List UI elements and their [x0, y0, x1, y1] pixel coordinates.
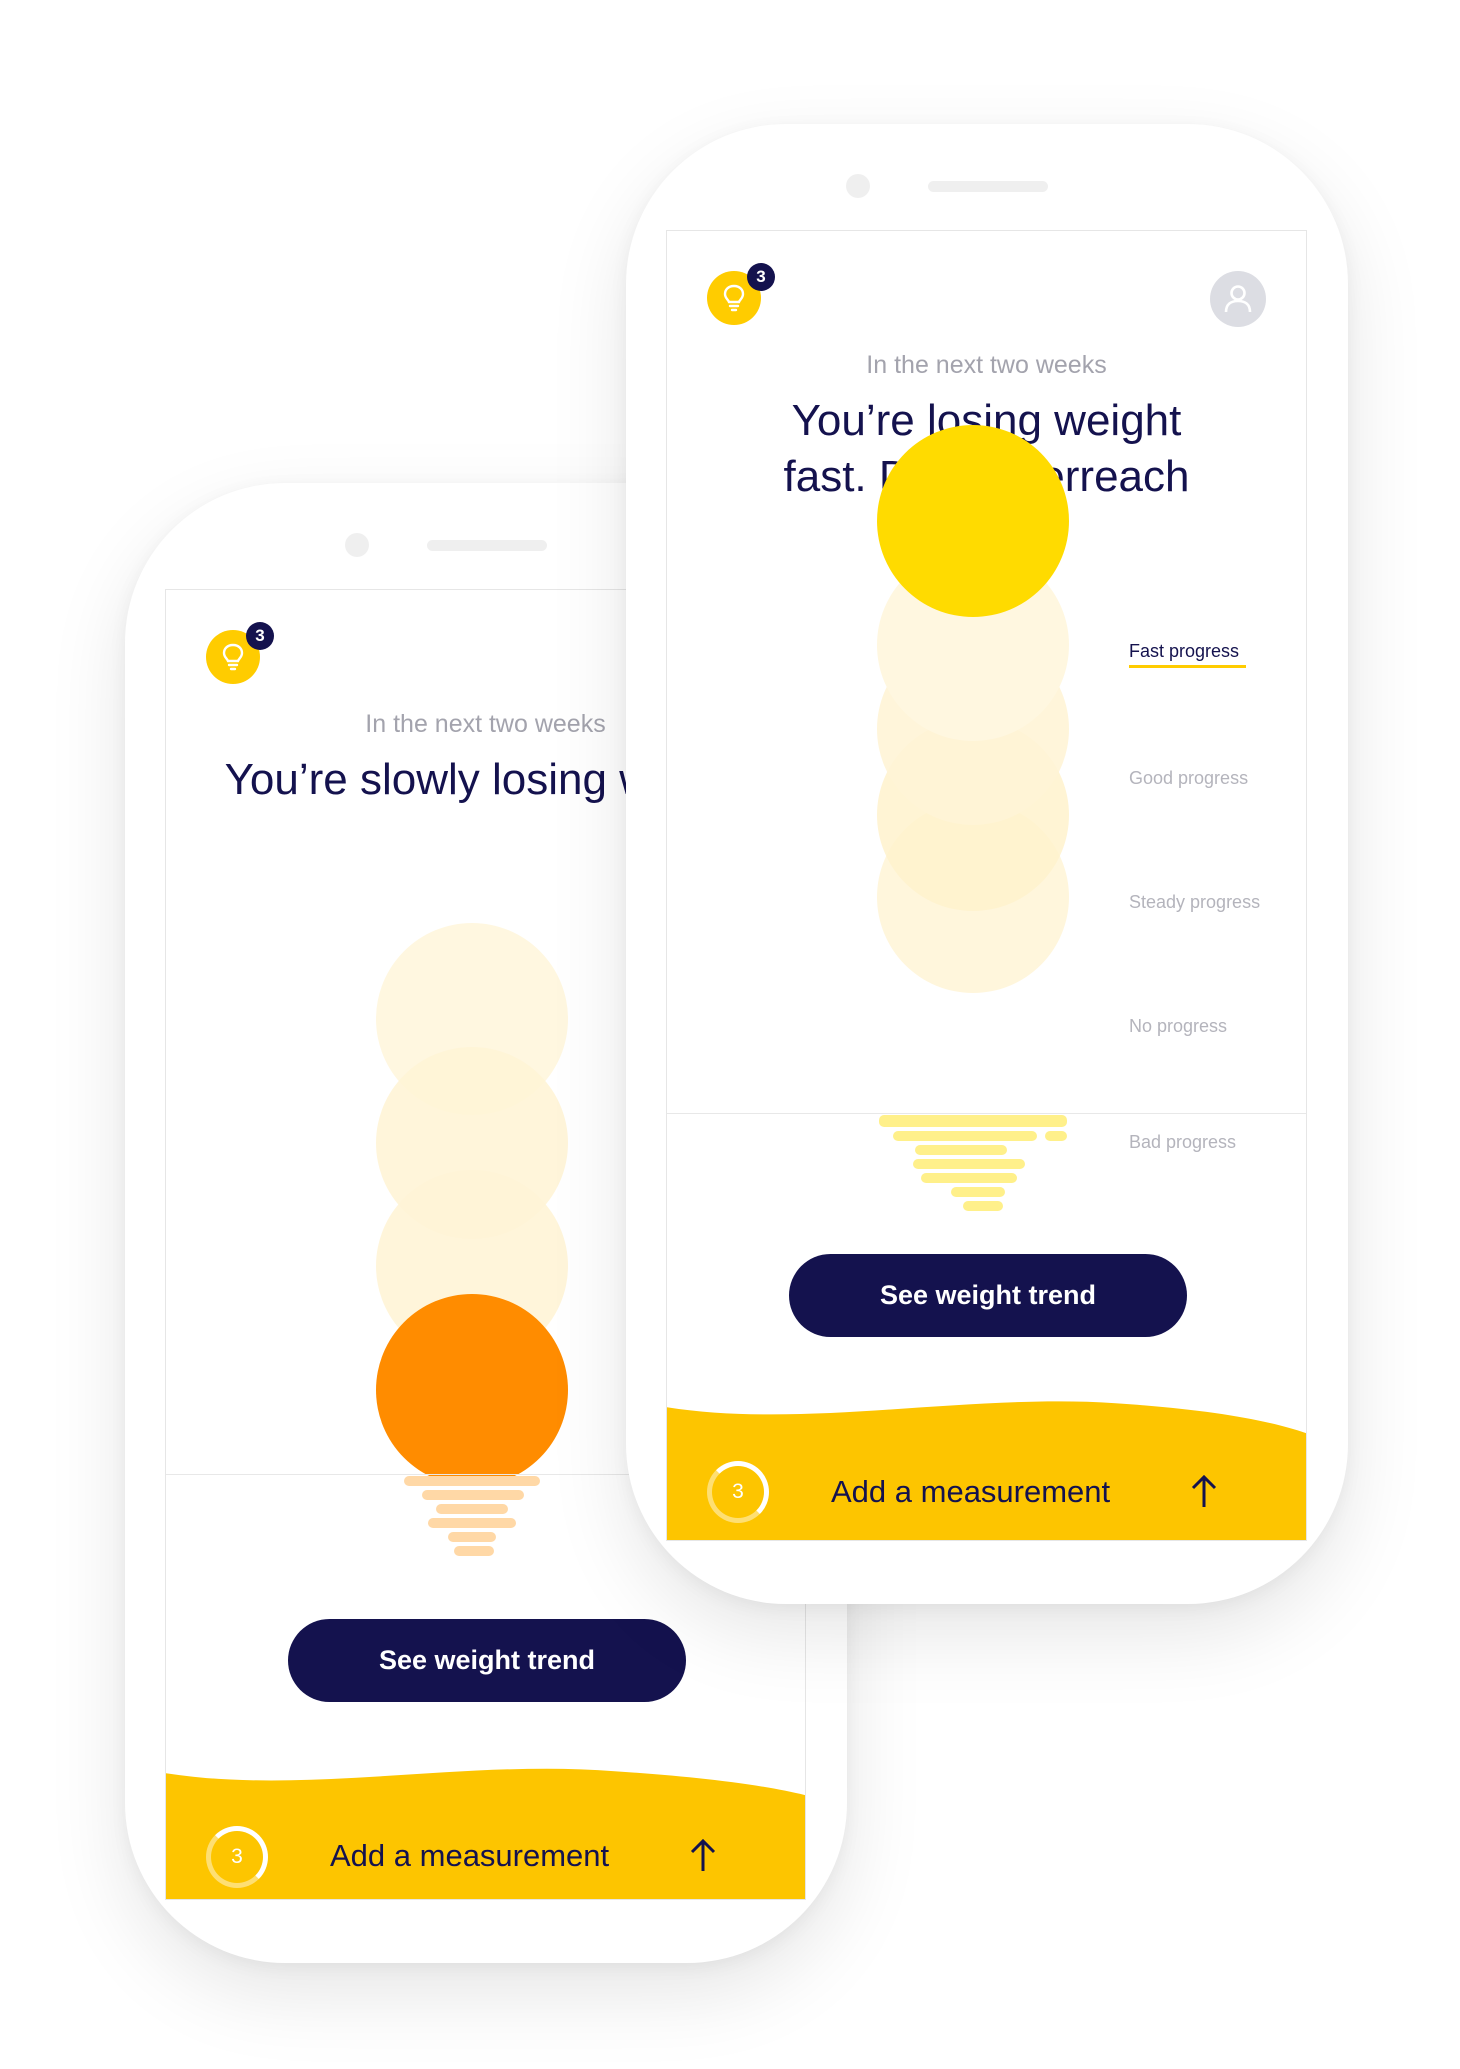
progress-sun — [877, 425, 1069, 617]
tips-count-badge: 3 — [747, 263, 775, 291]
legend-active-underline — [1129, 665, 1246, 668]
bottom-bar-background — [166, 1768, 805, 1899]
arrow-up-icon[interactable] — [1190, 1474, 1218, 1508]
sun-reflection — [921, 1173, 1017, 1183]
speaker — [427, 540, 547, 551]
sun-reflection — [454, 1546, 494, 1556]
legend-steady-progress[interactable]: Steady progress — [1129, 892, 1260, 913]
phone-right: 3 In the next two weeks You’re losing we… — [626, 124, 1348, 1604]
progress-sun — [376, 1294, 568, 1486]
legend-fast-progress[interactable]: Fast progress — [1129, 641, 1239, 662]
measurement-count-ring: 3 — [707, 1461, 769, 1523]
add-measurement-label[interactable]: Add a measurement — [330, 1838, 609, 1874]
profile-button[interactable] — [1210, 271, 1266, 327]
sun-reflection — [1045, 1131, 1067, 1141]
screen-right: 3 In the next two weeks You’re losing we… — [666, 230, 1307, 1541]
bottom-bar-background — [667, 1401, 1306, 1540]
lightbulb-icon — [723, 284, 745, 312]
sun-reflection — [448, 1532, 496, 1542]
horizon-line — [667, 1113, 1306, 1114]
legend-no-progress[interactable]: No progress — [1129, 1016, 1227, 1037]
see-weight-trend-button[interactable]: See weight trend — [789, 1254, 1187, 1337]
speaker — [928, 181, 1048, 192]
add-measurement-label[interactable]: Add a measurement — [831, 1474, 1110, 1510]
arrow-up-icon[interactable] — [689, 1838, 717, 1872]
sun-reflection — [893, 1131, 1037, 1141]
sun-reflection — [436, 1504, 508, 1514]
tips-count-badge: 3 — [246, 622, 274, 650]
subtitle: In the next two weeks — [866, 351, 1107, 379]
camera — [345, 533, 369, 557]
sun-reflection — [404, 1476, 540, 1486]
sun-reflection — [951, 1187, 1005, 1197]
sun-reflection — [915, 1145, 1007, 1155]
sun-reflection — [879, 1115, 1067, 1127]
legend-good-progress[interactable]: Good progress — [1129, 768, 1248, 789]
legend-bad-progress[interactable]: Bad progress — [1129, 1132, 1236, 1153]
sun-reflection — [428, 1518, 516, 1528]
sun-reflection — [422, 1490, 524, 1500]
user-icon — [1224, 285, 1252, 313]
measurement-count-ring: 3 — [206, 1826, 268, 1888]
see-weight-trend-button[interactable]: See weight trend — [288, 1619, 686, 1702]
lightbulb-icon — [222, 643, 244, 671]
sun-reflection — [963, 1201, 1003, 1211]
sun-reflection — [913, 1159, 1025, 1169]
camera — [846, 174, 870, 198]
